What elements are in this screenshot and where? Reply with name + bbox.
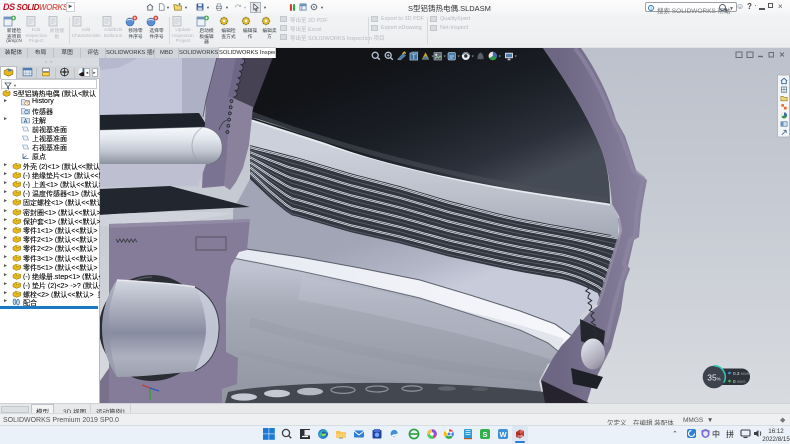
svg-text:0 KB/S: 0 KB/S	[733, 379, 746, 384]
svg-text:T: T	[412, 55, 416, 61]
svg-text:SW: SW	[518, 435, 524, 439]
svg-text:S: S	[482, 430, 487, 439]
svg-text:0.3 KB/S: 0.3 KB/S	[733, 371, 750, 376]
svg-text:W: W	[499, 430, 507, 439]
svg-text:A: A	[24, 119, 28, 124]
